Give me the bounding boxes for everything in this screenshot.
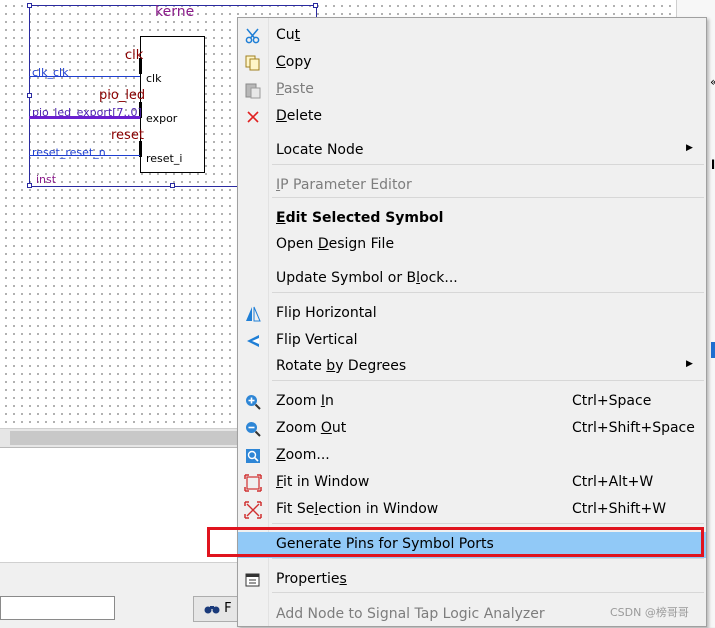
menu-item-label: Open Design File <box>276 236 395 252</box>
port-export-label: expor <box>146 112 178 125</box>
menu-item-label: Copy <box>276 54 312 70</box>
selection-handle[interactable] <box>27 183 32 188</box>
menu-item-ip-parameter-editor[interactable]: IP Parameter Editor <box>238 173 706 199</box>
signal-reset-label: reset <box>111 128 144 143</box>
menu-item-label: Flip Vertical <box>276 332 358 348</box>
instance-label: inst <box>36 173 57 186</box>
menu-item-shortcut: Ctrl+Alt+W <box>572 474 654 490</box>
menu-item-open-design-file[interactable]: Open Design File <box>238 232 706 258</box>
menu-separator <box>272 164 704 165</box>
menu-item-label: Zoom Out <box>276 420 347 436</box>
menu-separator <box>272 558 704 559</box>
properties-icon <box>244 571 262 589</box>
selection-handle[interactable] <box>170 183 175 188</box>
menu-item-label: Zoom In <box>276 393 334 409</box>
wire-clk[interactable] <box>29 76 140 77</box>
menu-item-delete[interactable]: Delete <box>238 104 706 130</box>
net-clk-label: clk_clk <box>32 66 69 79</box>
menu-item-paste[interactable]: Paste <box>238 77 706 103</box>
menu-item-label: Delete <box>276 108 322 124</box>
menu-item-label: Fit Selection in Window <box>276 501 439 517</box>
callout-highlight-box <box>207 527 704 557</box>
copy-icon <box>244 54 262 72</box>
submenu-arrow-icon: ▶ <box>686 143 693 153</box>
panel-glyph: l <box>711 158 715 172</box>
bus-pio-led[interactable] <box>29 116 140 119</box>
binoculars-icon <box>204 603 220 615</box>
wire-reset[interactable] <box>29 155 140 156</box>
menu-item-label: Paste <box>276 81 314 97</box>
scissors-icon <box>244 27 262 45</box>
menu-item-properties[interactable]: Properties <box>238 567 706 593</box>
scrollbar-thumb[interactable] <box>10 431 260 445</box>
menu-item-label: IP Parameter Editor <box>276 177 412 193</box>
menu-item-label: Flip Horizontal <box>276 305 377 321</box>
menu-item-zoom-out[interactable]: Zoom Out Ctrl+Shift+Space <box>238 416 706 442</box>
find-button-label: F <box>224 601 232 616</box>
menu-item-shortcut: Ctrl+Space <box>572 393 652 409</box>
zoom-icon <box>244 447 262 465</box>
menu-item-label: Fit in Window <box>276 474 370 490</box>
menu-separator <box>272 523 704 524</box>
delete-x-icon <box>244 108 262 126</box>
paste-icon <box>244 81 262 99</box>
port-reset-label: reset_i <box>146 152 183 165</box>
menu-item-edit-selected-symbol[interactable]: Edit Selected Symbol <box>238 206 706 232</box>
menu-item-shortcut: Ctrl+Shift+Space <box>572 420 695 436</box>
menu-item-fit-in-window[interactable]: Fit in Window Ctrl+Alt+W <box>238 470 706 496</box>
menu-item-zoom[interactable]: Zoom... <box>238 443 706 469</box>
net-reset-label: reset_reset_n <box>32 146 106 159</box>
symbol-title: kerne <box>155 4 195 20</box>
find-input[interactable] <box>0 596 115 620</box>
menu-item-shortcut: Ctrl+Shift+W <box>572 501 667 517</box>
fit-window-icon <box>244 474 262 492</box>
flip-vertical-icon <box>244 332 262 350</box>
selection-handle[interactable] <box>27 3 32 8</box>
menu-item-label: Cut <box>276 27 301 43</box>
flip-horizontal-icon <box>244 305 262 323</box>
signal-clk-label: clk <box>125 48 144 63</box>
signal-pio-label: pio_led <box>99 88 146 103</box>
selection-handle[interactable] <box>313 3 318 8</box>
fit-selection-icon <box>244 501 262 519</box>
menu-item-update-symbol-or-block[interactable]: Update Symbol or Block... <box>238 266 706 292</box>
panel-accent <box>711 342 715 358</box>
menu-item-label: Edit Selected Symbol <box>276 210 444 226</box>
menu-item-flip-horizontal[interactable]: Flip Horizontal <box>238 301 706 327</box>
menu-item-label: Zoom... <box>276 447 330 463</box>
submenu-arrow-icon: ▶ <box>686 359 693 369</box>
menu-item-cut[interactable]: Cut <box>238 23 706 49</box>
zoom-out-icon <box>244 420 262 438</box>
menu-item-label: Rotate by Degrees <box>276 358 407 374</box>
panel-glyph: « <box>710 75 715 89</box>
menu-item-zoom-in[interactable]: Zoom In Ctrl+Space <box>238 389 706 415</box>
menu-item-label: Locate Node <box>276 142 364 158</box>
watermark: CSDN @榜哥哥 <box>610 606 689 619</box>
menu-item-label: Add Node to Signal Tap Logic Analyzer <box>276 606 545 622</box>
menu-item-rotate-by-degrees[interactable]: Rotate by Degrees ▶ <box>238 354 706 380</box>
menu-separator <box>272 292 704 293</box>
menu-item-copy[interactable]: Copy <box>238 50 706 76</box>
selection-handle[interactable] <box>27 93 32 98</box>
find-button[interactable]: F <box>193 596 241 622</box>
menu-item-label: Update Symbol or Block... <box>276 270 458 286</box>
menu-item-flip-vertical[interactable]: Flip Vertical <box>238 328 706 354</box>
zoom-in-icon <box>244 393 262 411</box>
menu-item-fit-selection-in-window[interactable]: Fit Selection in Window Ctrl+Shift+W <box>238 497 706 523</box>
menu-item-locate-node[interactable]: Locate Node ▶ <box>238 138 706 164</box>
menu-item-label: Properties <box>276 571 347 587</box>
menu-separator <box>272 380 704 381</box>
port-clk-label: clk <box>146 72 162 85</box>
